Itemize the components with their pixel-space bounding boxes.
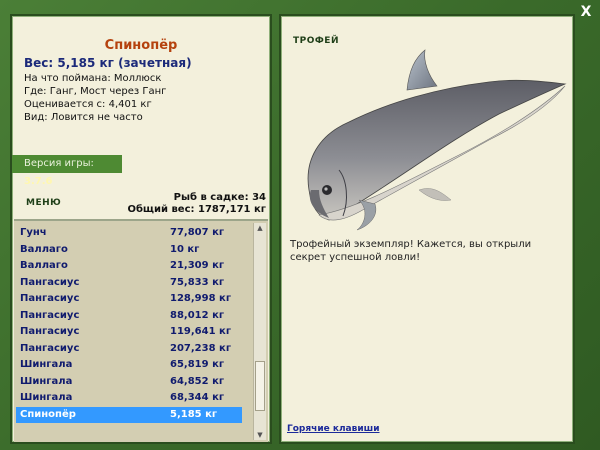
catch-list-row[interactable]: Гунч 77,807 кг xyxy=(16,225,242,241)
fish-image xyxy=(307,49,567,231)
catch-fish-name: Пангасиус xyxy=(20,293,80,304)
catch-fish-weight: 75,833 кг xyxy=(170,276,225,288)
catch-fish-weight: 64,852 кг xyxy=(170,375,225,387)
version-value: 3.7.6 xyxy=(24,176,53,187)
trophy-label: ТРОФЕЙ xyxy=(293,36,339,46)
catch-fish-name: Пангасиус xyxy=(20,309,80,321)
catch-fish-name: Гунч xyxy=(20,227,47,238)
catch-fish-name: Пангасиус xyxy=(20,326,80,337)
keepnet-stats: Рыб в садке: 34 Общий вес: 1787,171 кг xyxy=(127,192,266,216)
menu-button[interactable]: МЕНЮ xyxy=(26,198,61,208)
fish-name: Спинопёр xyxy=(104,38,178,53)
trophy-message: Трофейный экземпляр! Кажется, вы открыли… xyxy=(290,239,532,263)
fish-bait: На что поймана: Моллюск xyxy=(24,73,162,84)
game-version-badge: Версия игры: 3.7.6 xyxy=(12,155,122,187)
catch-fish-name: Спинопёр xyxy=(20,408,76,420)
catch-list-scrollbar[interactable]: ▲ ▼ xyxy=(253,223,266,440)
scroll-down-arrow-icon[interactable]: ▼ xyxy=(254,430,266,440)
catch-fish-weight: 5,185 кг xyxy=(170,408,218,420)
catch-fish-name: Пангасиус xyxy=(20,342,80,354)
catch-list[interactable]: Гунч 77,807 кг Валлаго 10 кг Валлаго 21,309 к… xyxy=(14,219,268,442)
close-button[interactable]: X xyxy=(578,4,594,20)
catch-fish-weight: 21,309 кг xyxy=(170,260,225,271)
catch-fish-weight: 68,344 кг xyxy=(170,392,225,403)
catch-list-row[interactable]: Шингала 65,819 кг xyxy=(16,357,242,373)
catch-fish-weight: 77,807 кг xyxy=(170,227,225,238)
catch-fish-weight: 10 кг xyxy=(170,243,200,255)
catch-fish-name: Шингала xyxy=(20,375,73,387)
fish-valued-from: Оценивается с: 4,401 кг xyxy=(24,99,152,110)
catch-fish-weight: 207,238 кг xyxy=(170,342,232,354)
catch-list-row[interactable]: Пангасиус 128,998 кг xyxy=(16,291,242,307)
catch-fish-name: Шингала xyxy=(20,392,73,403)
catch-fish-weight: 88,012 кг xyxy=(170,309,225,321)
fish-count: Рыб в садке: 34 xyxy=(173,192,266,203)
catch-fish-name: Валлаго xyxy=(20,260,68,271)
catch-list-row[interactable]: Валлаго 10 кг xyxy=(16,242,242,258)
catch-list-row[interactable]: Шингала 64,852 кг xyxy=(16,374,242,390)
catch-fish-weight: 65,819 кг xyxy=(170,359,225,370)
catch-list-row[interactable]: Валлаго 21,309 кг xyxy=(16,258,242,274)
catch-fish-name: Валлаго xyxy=(20,243,68,255)
scroll-thumb[interactable] xyxy=(255,361,265,411)
catch-fish-name: Пангасиус xyxy=(20,276,80,288)
version-label: Версия игры: xyxy=(24,158,94,169)
catch-fish-weight: 119,641 кг xyxy=(170,326,232,337)
scroll-up-arrow-icon[interactable]: ▲ xyxy=(254,223,266,233)
catch-list-row[interactable]: Шингала 68,344 кг xyxy=(16,390,242,406)
catch-fish-weight: 128,998 кг xyxy=(170,293,232,304)
fish-location: Где: Ганг, Мост через Ганг xyxy=(24,86,167,97)
catch-list-row[interactable]: Пангасиус 88,012 кг xyxy=(16,308,242,324)
fish-kind: Вид: Ловится не часто xyxy=(24,112,143,123)
fish-info-panel: Спинопёр Вес: 5,185 кг (зачетная) На что… xyxy=(10,14,272,444)
total-weight: Общий вес: 1787,171 кг xyxy=(127,204,266,215)
trophy-panel: ТРОФЕЙ Трофейный экземпляр! Кажется, вы … xyxy=(279,14,575,444)
hotkeys-link[interactable]: Горячие клавиши xyxy=(287,424,380,434)
catch-list-row[interactable]: Пангасиус 119,641 кг xyxy=(16,324,242,340)
catch-list-row[interactable]: Спинопёр 5,185 кг xyxy=(16,406,242,423)
catch-list-row[interactable]: Пангасиус 207,238 кг xyxy=(16,341,242,357)
fish-weight: Вес: 5,185 кг (зачетная) xyxy=(24,56,192,70)
catch-list-row[interactable]: Пангасиус 75,833 кг xyxy=(16,275,242,291)
catch-fish-name: Шингала xyxy=(20,359,73,370)
